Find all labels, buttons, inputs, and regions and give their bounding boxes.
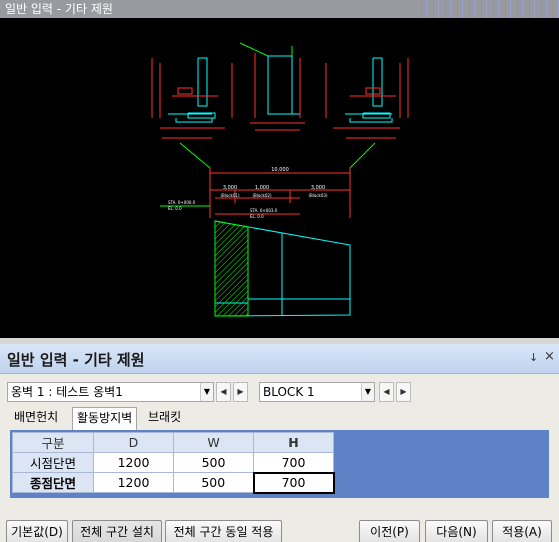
tab-shear-key[interactable]: 활동방지벽 [72,407,138,430]
data-grid-area: 구분 D W H 시점단면 1200 500 700 종점단면 1200 500… [10,430,549,498]
station-label-2: STA. 0+003.0 [250,208,278,213]
column-header: 구분 [12,432,94,453]
block-select-value: BLOCK 1 [263,385,315,399]
middle-section-view [267,55,300,115]
tab-bracket[interactable]: 브래킷 [144,407,185,429]
default-button[interactable]: 기본값(D) [6,520,68,542]
table-row: 종점단면 1200 500 700 [12,471,335,494]
wall-select[interactable]: 옹벽 1 : 테스트 옹벽1 ▼ [7,382,214,402]
wall-prev-button[interactable]: ◀ [216,382,231,402]
middle-section-dims [250,53,305,131]
apply-same-all-button[interactable]: 전체 구간 동일 적용 [165,520,282,542]
left-section-dims [151,58,233,139]
apply-button[interactable]: 적용(A) [492,520,552,542]
input-panel: 일반 입력 - 기타 제원 ↓ × 옹벽 1 : 테스트 옹벽1 ▼ ◀ ▶ B… [0,338,559,542]
chevron-down-icon[interactable]: ▼ [361,383,374,401]
plan-dimension: 10,000 [271,167,289,173]
middle-leader [239,42,293,57]
wall-next-button[interactable]: ▶ [233,382,248,402]
table-cell[interactable]: 500 [173,452,254,473]
triangle-left-icon: ◀ [220,387,227,396]
table-cell[interactable]: 700 [253,452,334,473]
column-header[interactable]: W [173,432,254,453]
elevation-label-2: EL. 0.0 [250,214,264,219]
row-header[interactable]: 시점단면 [12,452,94,473]
station-label-1: STA. 0+000.0 [168,200,196,205]
segment-dim-1: 3,000 [223,185,237,191]
cad-viewport[interactable]: 일반 입력 - 기타 제원 10,000 3,000 1,000 3,000 (… [0,0,559,338]
table-cell-focused[interactable]: 700 [252,471,335,494]
prev-button[interactable]: 이전(P) [359,520,420,542]
elevation-label-1: EL. 0.0 [168,206,182,211]
title-tick-strip [415,0,559,18]
segment-label-1: (Block01) [220,193,239,198]
panel-title-bar: 일반 입력 - 기타 제원 ↓ × [0,344,559,374]
segment-dim-2: 1,000 [255,185,269,191]
segment-label-3: (Block03) [308,193,327,198]
apply-all-sections-button[interactable]: 전체 구간 설치 [72,520,162,542]
triangle-right-icon: ▶ [237,387,244,396]
triangle-right-icon: ▶ [400,387,407,396]
segment-dim-3: 3,000 [311,185,325,191]
row-header[interactable]: 종점단면 [12,472,94,493]
column-header[interactable]: D [93,432,174,453]
tab-back-haunch[interactable]: 배면헌치 [10,407,62,429]
triangle-left-icon: ◀ [383,387,390,396]
cad-drawing[interactable]: 10,000 3,000 1,000 3,000 (Block01) (Bloc… [0,18,559,338]
table-cell[interactable]: 1200 [93,472,174,493]
dimension-table: 구분 D W H 시점단면 1200 500 700 종점단면 1200 500… [12,432,335,494]
table-header-row: 구분 D W H [12,432,334,453]
wall-select-value: 옹벽 1 : 테스트 옹벽1 [11,385,123,399]
chevron-down-icon[interactable]: ▼ [200,383,213,401]
next-button[interactable]: 다음(N) [425,520,488,542]
block-prev-button[interactable]: ◀ [379,382,394,402]
viewport-title: 일반 입력 - 기타 제원 [5,2,113,16]
right-section-dims [325,58,409,139]
panel-title: 일반 입력 - 기타 제원 [7,351,145,369]
column-header[interactable]: H [253,432,334,453]
close-icon[interactable]: × [544,349,555,364]
segment-label-2: (Block02) [252,193,271,198]
table-cell[interactable]: 500 [173,472,254,493]
block-select[interactable]: BLOCK 1 ▼ [259,382,375,402]
right-section-view [345,57,393,123]
viewport-title-bar: 일반 입력 - 기타 제원 [0,0,559,18]
pin-icon[interactable]: ↓ [529,351,538,364]
table-cell[interactable]: 1200 [93,452,174,473]
block-next-button[interactable]: ▶ [396,382,411,402]
table-row: 시점단면 1200 500 700 [12,452,334,473]
hatched-block [214,220,249,317]
